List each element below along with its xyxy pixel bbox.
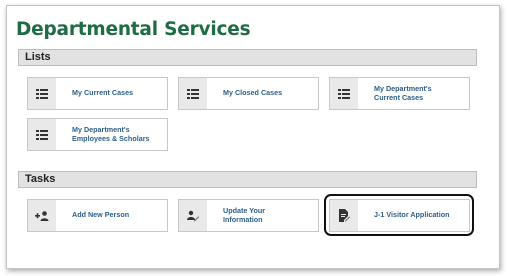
- list-icon: [330, 78, 358, 109]
- list-icon: [179, 78, 207, 109]
- list-icon: [28, 78, 56, 109]
- highlight-outline: [324, 194, 474, 236]
- tile-label: Update Your Information: [223, 206, 266, 224]
- tile-label: My Department's Current Cases: [374, 84, 432, 102]
- tile-label: My Closed Cases: [223, 88, 283, 98]
- edit-person-icon: [179, 200, 207, 231]
- tile-label: My Current Cases: [72, 88, 134, 98]
- tasks-heading: Tasks: [25, 173, 56, 185]
- add-new-person-tile[interactable]: Add New Person: [27, 199, 168, 232]
- lists-section-header: Lists: [18, 49, 477, 66]
- lists-heading: Lists: [25, 51, 51, 63]
- tasks-section-header: Tasks: [18, 171, 477, 188]
- tile-label: My Department's Employees & Scholars: [72, 125, 150, 143]
- page-title: Departmental Services: [16, 19, 251, 40]
- tile-label: Add New Person: [72, 210, 130, 220]
- my-department-current-cases-tile[interactable]: My Department's Current Cases: [329, 77, 470, 110]
- list-icon: [28, 119, 56, 150]
- update-your-information-tile[interactable]: Update Your Information: [178, 199, 319, 232]
- my-department-employees-tile[interactable]: My Department's Employees & Scholars: [27, 118, 168, 151]
- my-closed-cases-tile[interactable]: My Closed Cases: [178, 77, 319, 110]
- my-current-cases-tile[interactable]: My Current Cases: [27, 77, 168, 110]
- add-person-icon: [28, 200, 56, 231]
